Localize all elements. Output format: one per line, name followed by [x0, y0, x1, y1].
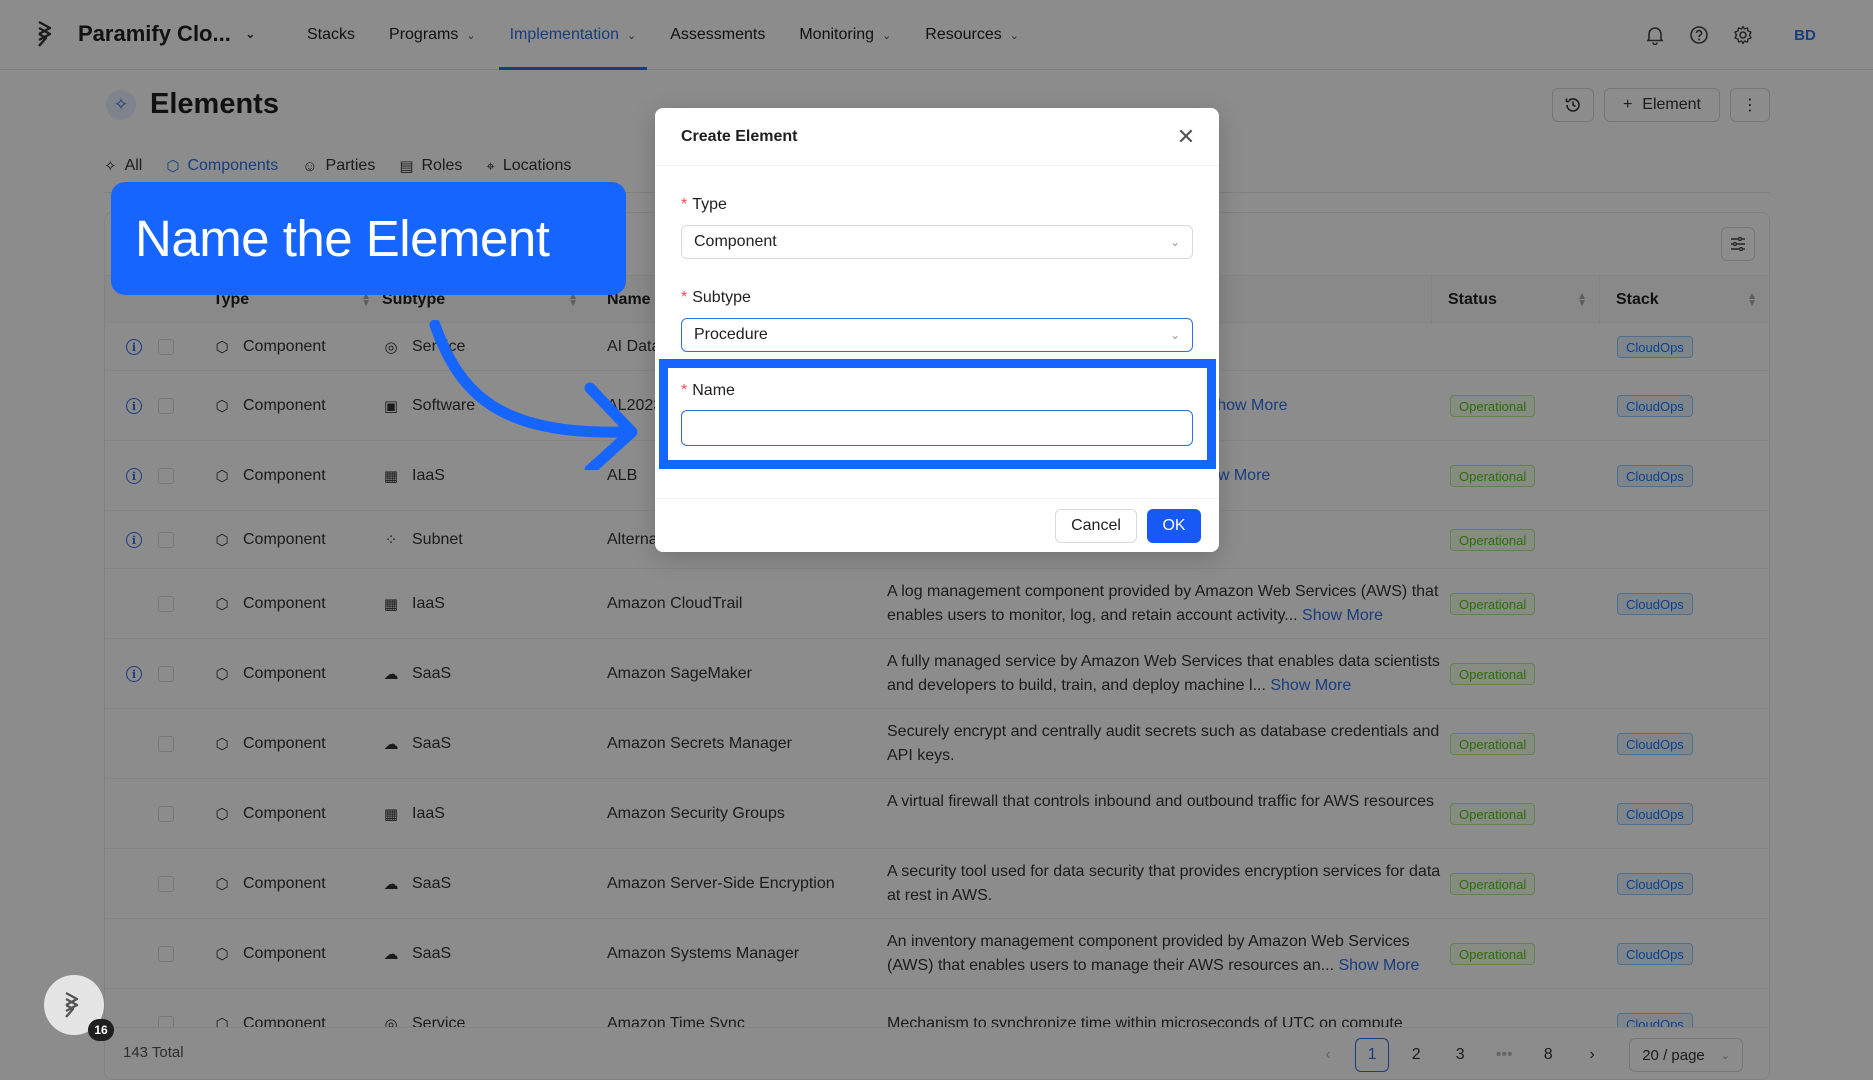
callout-text: Name the Element [135, 210, 550, 267]
paramify-logo-icon [65, 991, 79, 1018]
close-icon[interactable]: ✕ [1173, 124, 1199, 150]
notification-count-badge: 16 [88, 1019, 114, 1041]
dialog-title: Create Element [681, 127, 798, 145]
type-select-value: Component [694, 233, 777, 250]
dialog-header: Create Element [655, 108, 1219, 166]
subtype-field-label: * Subtype [681, 289, 751, 306]
create-element-dialog: Create Element ✕ * Type Component ⌄ * Subt… [655, 108, 1219, 552]
chevron-down-icon: ⌄ [1169, 328, 1180, 342]
name-field-highlight [659, 359, 1216, 469]
subtype-select-value: Procedure [694, 326, 768, 343]
tutorial-callout: Name the Element [111, 182, 626, 295]
subtype-select[interactable]: Procedure ⌄ [681, 318, 1193, 352]
ok-button[interactable]: OK [1147, 509, 1201, 543]
type-field-label: * Type [681, 196, 727, 213]
help-launcher-button[interactable]: 16 [44, 975, 114, 1041]
type-select[interactable]: Component ⌄ [681, 225, 1193, 259]
cancel-button[interactable]: Cancel [1055, 509, 1137, 543]
chevron-down-icon: ⌄ [1169, 235, 1180, 249]
dialog-footer: Cancel OK [655, 498, 1219, 552]
pointer-arrow-icon [429, 320, 638, 470]
